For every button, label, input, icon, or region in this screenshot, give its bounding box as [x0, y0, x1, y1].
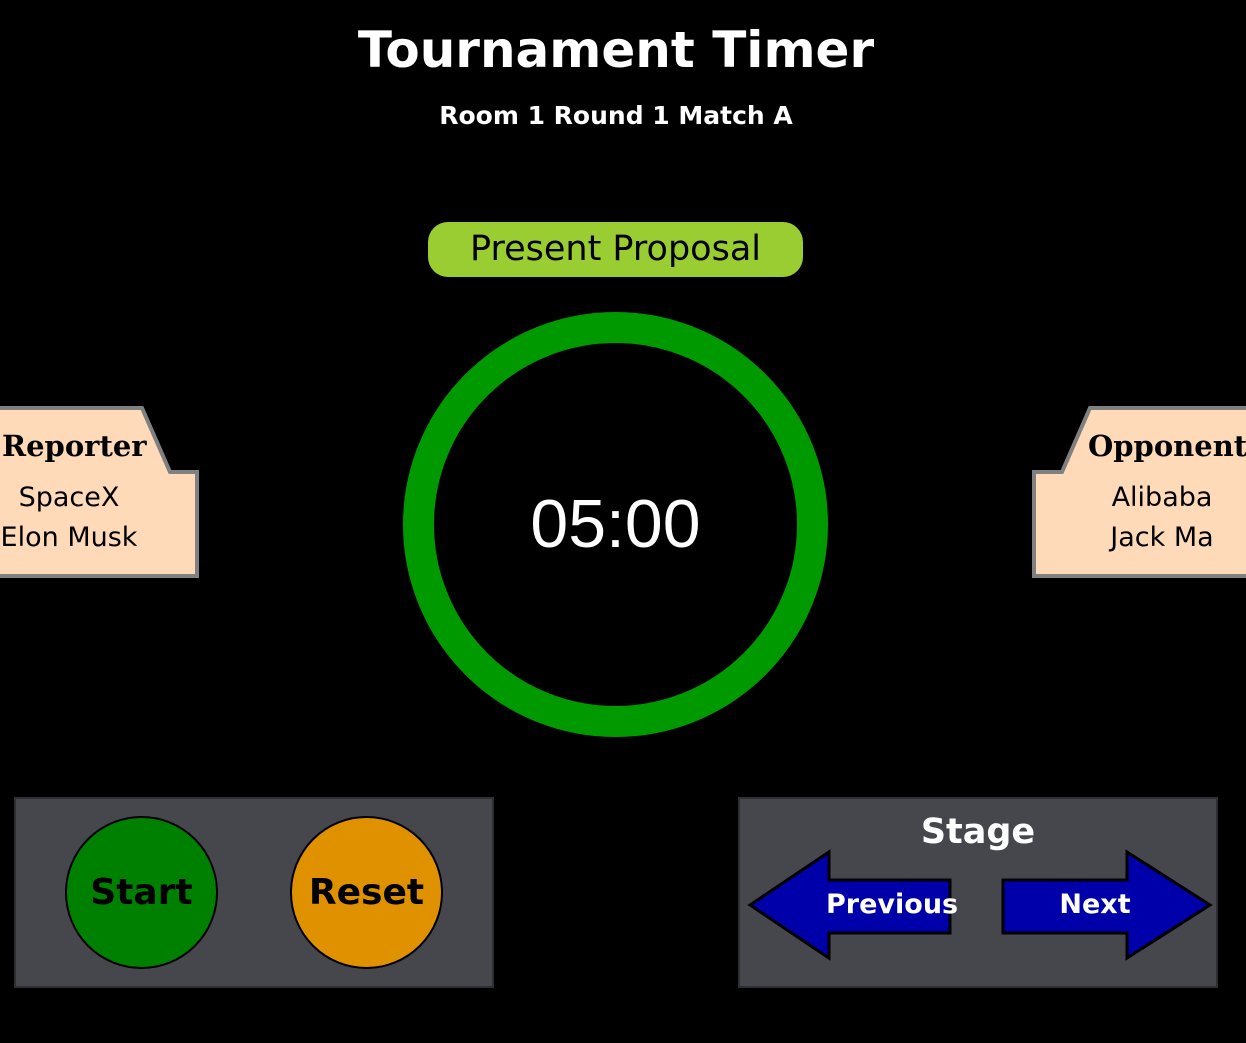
current-stage-badge: Present Proposal: [428, 222, 803, 277]
reporter-card: Reporter SpaceX Elon Musk: [0, 406, 199, 578]
page-title: Tournament Timer: [357, 21, 875, 79]
next-stage-label: Next: [1059, 889, 1131, 920]
previous-stage-button[interactable]: Previous: [746, 849, 959, 961]
opponent-team-name: Alibaba: [1111, 482, 1213, 513]
start-button[interactable]: Start: [65, 816, 218, 969]
match-subtitle: Room 1 Round 1 Match A: [439, 101, 793, 130]
reporter-team-name: SpaceX: [18, 482, 120, 513]
timer-display: 05:00: [530, 486, 701, 562]
opponent-person-name: Jack Ma: [1110, 522, 1214, 553]
reporter-person-name: Elon Musk: [0, 522, 138, 553]
reporter-role-label: Reporter: [2, 429, 147, 463]
next-stage-button[interactable]: Next: [1000, 849, 1214, 961]
reset-button[interactable]: Reset: [290, 816, 443, 969]
timer-controls-panel: Start Reset: [14, 797, 494, 988]
opponent-role-label: Opponent: [1088, 429, 1246, 463]
stage-nav-panel: Stage Previous Next: [738, 797, 1218, 988]
opponent-card: Opponent Alibaba Jack Ma: [1032, 406, 1246, 578]
previous-stage-label: Previous: [826, 889, 959, 920]
